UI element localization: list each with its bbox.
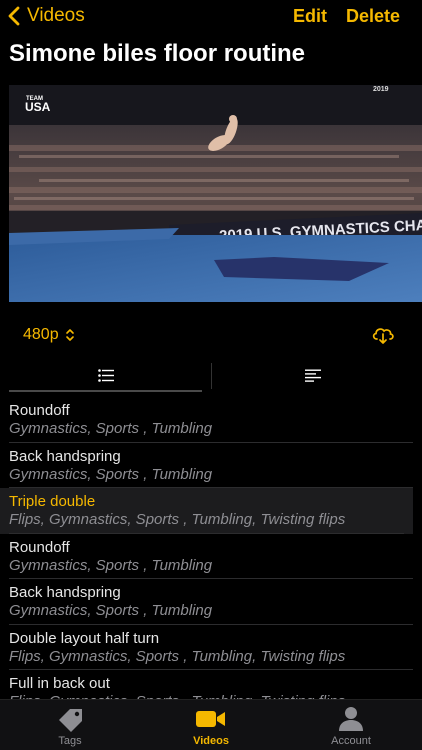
chevron-left-icon [8,6,20,26]
move-tags: Gymnastics, Sports , Tumbling [9,602,213,619]
tab-account-label: Account [331,735,371,747]
move-name: Roundoff [9,538,70,556]
person-icon [339,707,363,731]
move-name: Back handspring [9,584,121,601]
view-segmented-control [9,359,413,393]
list-item[interactable]: Roundoff Gymnastics, Sports , Tumbling [0,397,422,443]
tab-tags[interactable]: Tags [20,706,120,747]
move-tags: Flips, Gymnastics, Sports , Tumbling, Tw… [9,511,346,528]
tag-icon [59,709,82,732]
text-align-icon [304,369,321,382]
moves-list: Roundoff Gymnastics, Sports , Tumbling Bac… [0,397,422,699]
list-item[interactable]: Roundoff Gymnastics, Sports , Tumbling [0,534,422,579]
list-item[interactable]: Back handspring Gymnastics, Sports , Tumb… [0,579,422,625]
tab-account[interactable]: Account [301,706,401,747]
selected-tab-indicator [9,390,202,392]
back-button[interactable]: Videos [8,5,85,27]
navigation-bar: Videos Edit Delete [0,0,422,34]
logo-big-text: USA [25,100,51,114]
move-name: Triple double [9,493,96,510]
move-tags: Gymnastics, Sports , Tumbling [9,420,213,437]
tab-videos-label: Videos [193,735,229,747]
move-name: Roundoff [9,402,70,419]
move-tags: Gymnastics, Sports , Tumbling [9,556,213,574]
move-name: Back handspring [9,447,121,465]
tab-bar: Tags Videos Account [0,699,422,750]
video-frame: 2019 U.S. GYMNASTICS CHA TEAM USA 2019 [9,85,422,302]
list-item[interactable]: Double layout half turn Flips, Gymnastics… [0,625,422,670]
back-label: Videos [27,5,85,26]
corner-text: 2019 [373,86,389,93]
chevron-updown-icon [65,329,74,341]
cloud-download-icon[interactable] [371,325,395,345]
quality-value: 480p [23,326,59,343]
tab-videos[interactable]: Videos [161,706,261,747]
page-title: Simone biles floor routine [9,40,306,67]
delete-button[interactable]: Delete [346,6,400,27]
move-name: Double layout half turn [9,629,160,647]
video-camera-icon [196,711,225,727]
edit-button[interactable]: Edit [293,6,327,27]
list-icon [97,368,114,382]
move-tags: Gymnastics, Sports , Tumbling [9,465,213,483]
list-item[interactable]: Full in back outFlips, Gymnastics, Sport… [0,670,422,699]
move-name: Full in back out [9,675,110,692]
list-item[interactable]: Back handspring Gymnastics, Sports , Tumb… [0,443,422,488]
video-player[interactable]: 2019 U.S. GYMNASTICS CHA TEAM USA 2019 [9,85,422,302]
tab-text-view[interactable] [212,359,413,391]
move-tags: Flips, Gymnastics, Sports , Tumbling, Tw… [9,647,346,665]
quality-selector[interactable]: 480p [23,326,75,344]
tab-tags-label: Tags [58,735,82,747]
tab-moves-list[interactable] [9,359,202,391]
list-item[interactable]: Triple double Flips, Gymnastics, Sports ,… [0,488,413,534]
